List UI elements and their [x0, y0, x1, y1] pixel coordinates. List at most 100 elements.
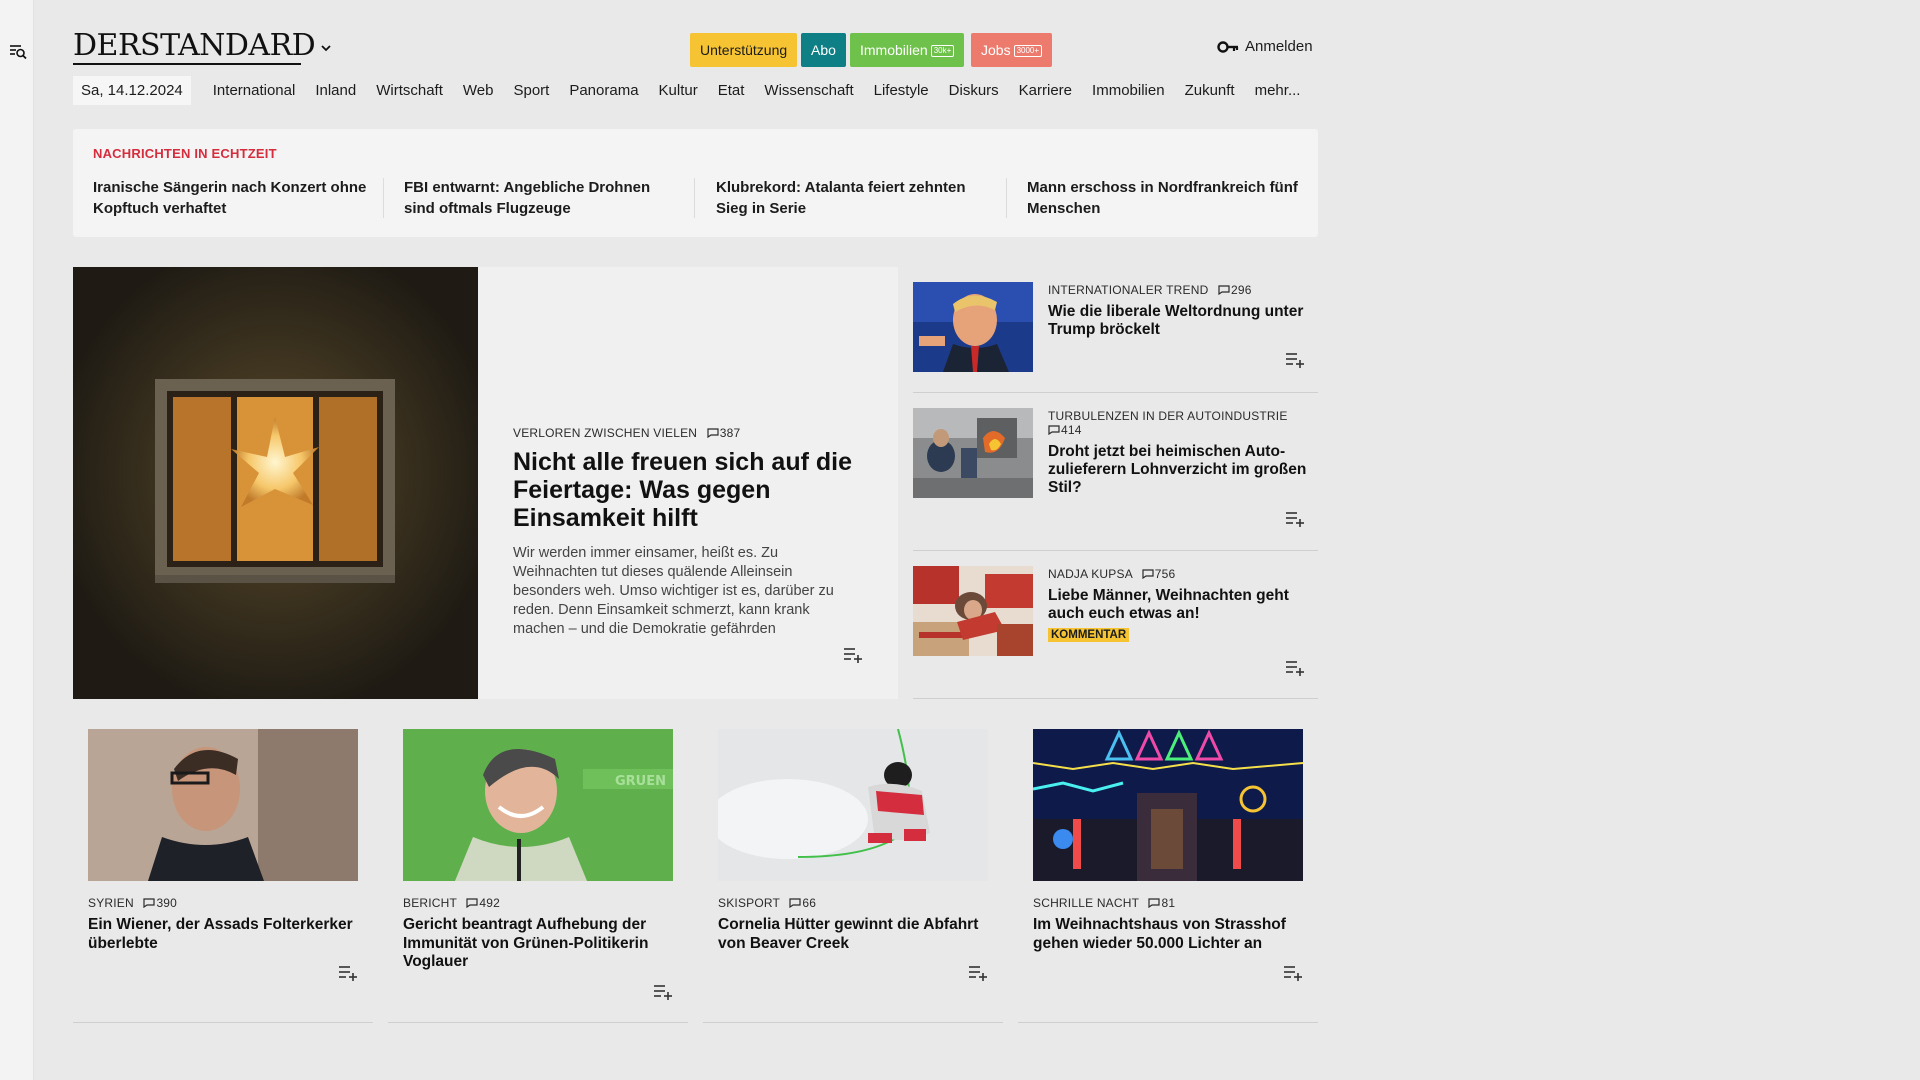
search-menu-icon[interactable] [9, 43, 27, 61]
site-logo[interactable]: DERSTANDARD [73, 28, 316, 63]
article-kicker-label: Schrille Nacht [1033, 896, 1139, 910]
add-to-list-icon[interactable] [1285, 511, 1305, 527]
article-kicker-label: Syrien [88, 896, 134, 910]
article-title[interactable]: Im Weihnachtshaus von Strasshof gehen wi… [1033, 916, 1303, 953]
add-to-list-icon[interactable] [1285, 352, 1305, 368]
comment-count[interactable]: 756 [1142, 567, 1176, 581]
jobs-label: Jobs [981, 42, 1011, 58]
article-kicker-label: Nadja Kupsa [1048, 567, 1133, 581]
article-comments: 81 [1161, 896, 1176, 910]
card-text: Schrille Nacht 81 Im Weihnachtshaus von … [1033, 896, 1303, 953]
side-article-text: Internationaler Trend 296 Wie die libera… [1048, 283, 1308, 339]
hero-image [73, 267, 478, 699]
ticker-divider [1006, 178, 1007, 218]
hero-title[interactable]: Nicht alle freuen sich auf die Feiertage… [513, 448, 863, 532]
nav-item-immobilien[interactable]: Immobilien [1092, 82, 1165, 99]
article-title[interactable]: Cornelia Hütter gewinnt die Abfahrt von … [718, 916, 988, 953]
comment-count[interactable]: 66 [789, 896, 816, 910]
add-to-list-icon[interactable] [1285, 660, 1305, 676]
immobilien-badge: 30k+ [930, 45, 955, 57]
nav-item-sport[interactable]: Sport [513, 82, 549, 99]
hero-kicker-label: Verloren zwischen vielen [513, 426, 698, 440]
article-image [88, 729, 358, 881]
article-card[interactable]: GRUEN Bericht 492 Gericht beantragt Aufh… [388, 729, 688, 1023]
comment-icon [466, 898, 479, 908]
jobs-button[interactable]: Jobs 3000+ [971, 33, 1053, 67]
hero-kicker: Verloren zwischen vielen 387 [513, 426, 863, 440]
ticker-item[interactable]: Mann erschoss in Nordfrankreich fünf Men… [1027, 177, 1302, 219]
article-card[interactable]: Syrien 390 Ein Wiener, der Assads Folter… [73, 729, 373, 1023]
nav-item-kultur[interactable]: Kultur [659, 82, 698, 99]
comment-count[interactable]: 390 [143, 896, 177, 910]
article-card[interactable]: Skisport 66 Cornelia Hütter gewinnt die … [703, 729, 1003, 1023]
support-label: Unterstützung [700, 42, 788, 58]
page: DERSTANDARD Unterstützung Abo Immobilien… [73, 0, 1318, 1080]
add-to-list-icon[interactable] [843, 647, 863, 663]
article-title[interactable]: Liebe Männer, Weihnachten geht auch euch… [1048, 587, 1308, 623]
hero-teaser: Wir werden immer einsamer, heißt es. Zu … [513, 545, 834, 637]
card-text: Syrien 390 Ein Wiener, der Assads Folter… [88, 896, 358, 953]
side-article-text: Turbulenzen in der Autoindustrie 414 Dro… [1048, 409, 1308, 497]
chevron-down-icon[interactable] [319, 41, 333, 55]
svg-text:GRUEN: GRUEN [615, 774, 666, 789]
article-title[interactable]: Ein Wiener, der Assads Folterkerker über… [88, 916, 358, 953]
comment-count[interactable]: 414 [1048, 423, 1082, 437]
ticker-item[interactable]: Klubrekord: Atalanta feiert zehnten Sieg… [716, 177, 991, 219]
nav-item-etat[interactable]: Etat [718, 82, 745, 99]
article-kicker-label: Skisport [718, 896, 780, 910]
hero-text: Verloren zwischen vielen 387 Nicht alle … [513, 426, 863, 639]
article-image [1033, 729, 1303, 881]
nav-item-wissenschaft[interactable]: Wissenschaft [764, 82, 853, 99]
live-ticker: Nachrichten in Echtzeit Iranische Sänger… [73, 129, 1318, 237]
nav-item-zukunft[interactable]: Zukunft [1185, 82, 1235, 99]
comment-icon [143, 898, 156, 908]
side-article[interactable]: Internationaler Trend 296 Wie die libera… [913, 267, 1318, 393]
article-image [913, 566, 1033, 656]
comment-icon [1218, 285, 1230, 295]
add-to-list-icon[interactable] [968, 965, 988, 981]
article-comments: 390 [156, 896, 178, 910]
comment-icon [789, 898, 802, 908]
article-card[interactable]: Schrille Nacht 81 Im Weihnachtshaus von … [1018, 729, 1318, 1023]
comment-count[interactable]: 492 [466, 896, 500, 910]
ticker-item[interactable]: Iranische Sängerin nach Konzert ohne Kop… [93, 177, 368, 219]
card-text: Skisport 66 Cornelia Hütter gewinnt die … [718, 896, 988, 953]
nav-item-panorama[interactable]: Panorama [569, 82, 638, 99]
nav-item-wirtschaft[interactable]: Wirtschaft [376, 82, 443, 99]
comment-count[interactable]: 387 [707, 426, 741, 440]
nav-item-lifestyle[interactable]: Lifestyle [874, 82, 929, 99]
logo-underline [73, 63, 301, 65]
nav-item-more[interactable]: mehr... [1255, 82, 1301, 99]
article-kicker-label: Bericht [403, 896, 457, 910]
comment-icon [707, 428, 719, 438]
ticker-divider [694, 178, 695, 218]
abo-button[interactable]: Abo [801, 33, 846, 67]
add-to-list-icon[interactable] [1283, 965, 1303, 981]
article-kicker: Skisport 66 [718, 896, 988, 910]
nav-item-international[interactable]: International [213, 82, 296, 99]
immobilien-button[interactable]: Immobilien 30k+ [850, 33, 965, 67]
add-to-list-icon[interactable] [338, 965, 358, 981]
hero-article[interactable]: Verloren zwischen vielen 387 Nicht alle … [73, 267, 898, 699]
article-kicker: Nadja Kupsa 756 [1048, 567, 1308, 581]
nav-item-web[interactable]: Web [463, 82, 494, 99]
article-title[interactable]: Gericht beantragt Aufhebung der Immunitä… [403, 916, 673, 972]
comment-count[interactable]: 81 [1148, 896, 1175, 910]
nav-item-diskurs[interactable]: Diskurs [949, 82, 999, 99]
add-to-list-icon[interactable] [653, 984, 673, 1000]
comment-icon [1142, 569, 1154, 579]
immobilien-label: Immobilien [860, 42, 928, 58]
left-rail [0, 0, 34, 1080]
comment-icon [1148, 898, 1161, 908]
nav-item-karriere[interactable]: Karriere [1019, 82, 1072, 99]
side-article[interactable]: Nadja Kupsa 756 Liebe Männer, Weihnachte… [913, 551, 1318, 699]
article-title[interactable]: Wie die liberale Weltordnung unter Trump… [1048, 303, 1308, 339]
article-title[interactable]: Droht jetzt bei heimischen Auto­zuliefer… [1048, 443, 1308, 497]
support-button[interactable]: Unterstützung [690, 33, 798, 67]
nav-item-inland[interactable]: Inland [315, 82, 356, 99]
login-button[interactable]: Anmelden [1217, 38, 1313, 55]
ticker-item[interactable]: FBI entwarnt: Angebliche Drohnen sind of… [404, 177, 679, 219]
comment-count[interactable]: 296 [1218, 283, 1252, 297]
side-article[interactable]: Turbulenzen in der Autoindustrie 414 Dro… [913, 393, 1318, 551]
article-comments: 492 [479, 896, 501, 910]
